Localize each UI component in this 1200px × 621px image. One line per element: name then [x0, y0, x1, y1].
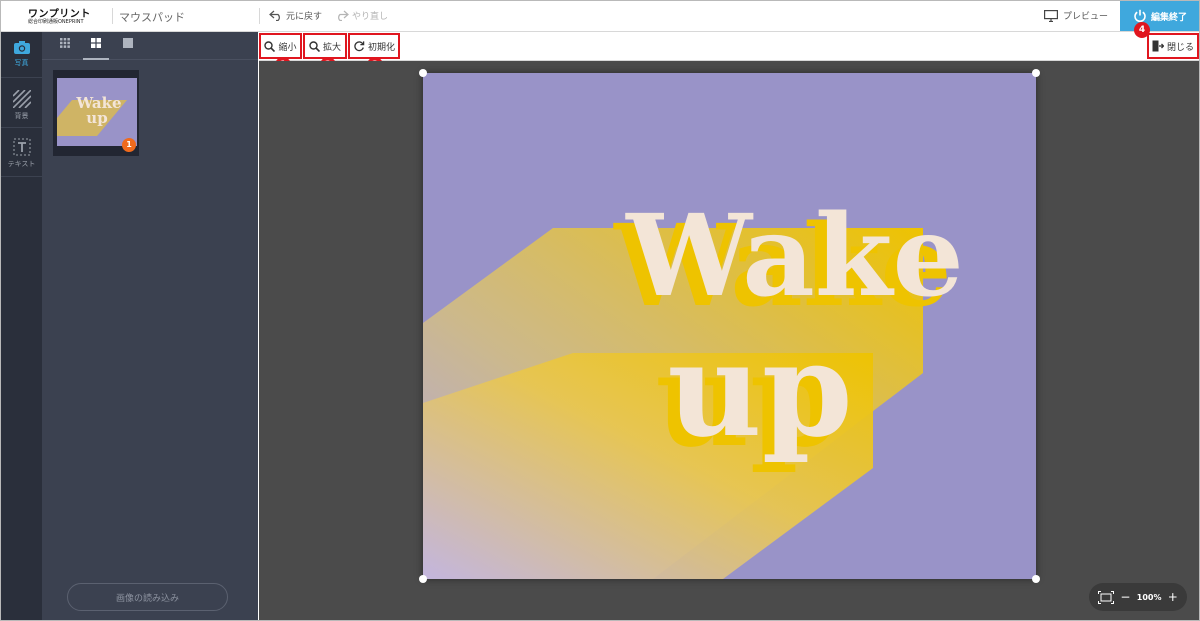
artwork-image[interactable]: Wake Wake up up	[423, 73, 1036, 579]
grid-small-icon	[60, 38, 70, 48]
single-icon	[123, 38, 133, 48]
zoom-control: − 100% +	[1089, 583, 1187, 611]
undo-icon	[269, 10, 280, 21]
grid-large-icon	[91, 38, 101, 48]
close-button[interactable]: 閉じる	[1147, 33, 1199, 59]
sidebar-divider	[1, 176, 42, 177]
header-bar: ワンプリント 総合印刷通販ONEPRINT マウスパッド 元に戻す やり直し プ…	[1, 1, 1199, 38]
thumbnail-usage-badge: 1	[122, 138, 136, 152]
power-icon	[1134, 9, 1146, 23]
zoom-in-icon	[309, 40, 320, 52]
load-image-button[interactable]: 画像の読み込み	[67, 583, 228, 611]
zoom-out-button[interactable]: 縮小	[259, 33, 302, 59]
photo-panel: Wake up 1 画像の読み込み	[42, 32, 258, 620]
sidebar-item-text[interactable]: テキスト	[1, 130, 42, 175]
redo-button[interactable]: やり直し	[335, 9, 388, 22]
header-divider	[259, 8, 260, 24]
resize-handle-top-left[interactable]	[419, 69, 427, 77]
app-window: ワンプリント 総合印刷通販ONEPRINT マウスパッド 元に戻す やり直し プ…	[0, 0, 1200, 621]
logo-sub-text: 総合印刷通販ONEPRINT	[28, 19, 84, 25]
finish-label: 編集終了	[1150, 12, 1187, 23]
product-name: マウスパッド	[119, 11, 185, 24]
hatch-icon	[12, 90, 31, 108]
preview-button[interactable]: プレビュー	[1044, 9, 1108, 22]
sidebar-item-label: 写真	[14, 59, 29, 67]
refresh-icon	[354, 41, 365, 52]
tool-sidebar: 写真 背景 テキスト	[1, 32, 42, 620]
close-label: 閉じる	[1166, 42, 1194, 53]
zoom-out-label: 縮小	[278, 42, 297, 53]
monitor-icon	[1044, 9, 1058, 22]
zoom-in-button[interactable]: 拡大	[303, 33, 347, 59]
thumbnail-text-up: up	[86, 109, 107, 127]
exit-icon	[1152, 40, 1164, 52]
view-tab-small-grid[interactable]	[52, 38, 78, 58]
artwork-text-wake: Wake	[625, 191, 963, 322]
view-tab-single[interactable]	[115, 38, 141, 58]
reset-button[interactable]: 初期化	[348, 33, 400, 59]
artwork-text-up: up	[667, 313, 852, 466]
header-divider	[112, 8, 113, 24]
redo-label: やり直し	[352, 12, 389, 22]
edit-toolbar: 縮小 拡大 初期化 閉じる 1 2 3	[259, 32, 1199, 73]
zoom-minus-button[interactable]: −	[1120, 590, 1130, 604]
sidebar-divider	[1, 127, 42, 128]
sidebar-divider	[1, 77, 42, 78]
preview-label: プレビュー	[1063, 12, 1109, 22]
text-icon	[13, 138, 30, 156]
zoom-in-label: 拡大	[322, 42, 341, 53]
zoom-level: 100%	[1136, 592, 1162, 602]
zoom-out-icon	[264, 40, 276, 52]
undo-label: 元に戻す	[286, 12, 323, 22]
annotation-number-4: 4	[1134, 22, 1150, 38]
sidebar-item-label: 背景	[14, 112, 29, 120]
fit-screen-icon[interactable]	[1098, 590, 1115, 604]
zoom-plus-button[interactable]: +	[1168, 590, 1178, 604]
resize-handle-bottom-left[interactable]	[419, 575, 427, 583]
undo-button[interactable]: 元に戻す	[269, 9, 322, 22]
sidebar-item-photo[interactable]: 写真	[1, 32, 42, 77]
redo-icon	[338, 10, 349, 21]
sidebar-item-label: テキスト	[7, 160, 36, 168]
resize-handle-top-right[interactable]	[1032, 69, 1040, 77]
resize-handle-bottom-right[interactable]	[1032, 575, 1040, 583]
sidebar-item-background[interactable]: 背景	[1, 82, 42, 127]
view-mode-tabs	[42, 32, 258, 60]
finish-editing-button[interactable]: 編集終了	[1120, 1, 1199, 31]
thumbnail-image: Wake up	[57, 78, 137, 146]
logo[interactable]: ワンプリント 総合印刷通販ONEPRINT	[28, 6, 90, 26]
reset-label: 初期化	[367, 42, 395, 53]
view-tab-large-grid[interactable]	[83, 38, 109, 60]
camera-icon	[13, 41, 30, 54]
editor-canvas[interactable]: Wake Wake up up − 100% +	[259, 61, 1199, 620]
